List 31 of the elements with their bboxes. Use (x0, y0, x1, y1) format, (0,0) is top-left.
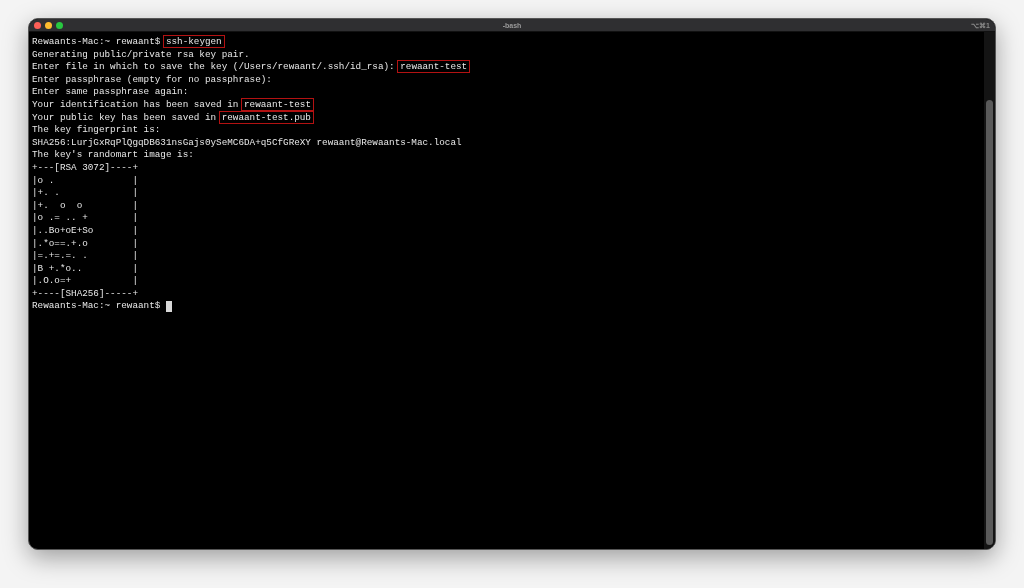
terminal-text: |+. o o | (32, 199, 138, 211)
terminal-text: Rewaants-Mac:~ rewaant$ (32, 36, 162, 47)
terminal-text: |o .= .. + | (32, 212, 138, 224)
terminal-text: The key's randomart image is: (32, 149, 194, 161)
terminal-text: +---[RSA 3072]----+ (32, 161, 138, 173)
prompt-text: Rewaants-Mac:~ rewaant$ (32, 300, 162, 314)
highlighted-text: rewaant-test.pub (218, 110, 314, 124)
terminal-text: Enter same passphrase again: (32, 86, 189, 98)
terminal-text: Your identification has been saved in (32, 98, 240, 110)
minimize-button[interactable] (45, 21, 52, 29)
terminal-text: The key fingerprint is: (32, 124, 161, 136)
highlighted-text: rewaant-test (397, 60, 471, 74)
terminal-text: |..Bo+oE+So | (32, 224, 138, 236)
terminal-text: SHA256:LurjGxRqPlQgqDB631nsGajs0ySeMC6DA+q5CfGReXY rewaant@Rewaants-Mac.local (32, 136, 462, 148)
terminal-text: Enter file in which to save the key (/Users/rewaant/.ssh/id_rsa): (32, 61, 396, 73)
terminal-text: |.*o==.+.o | (32, 237, 138, 249)
zoom-button[interactable] (56, 21, 63, 29)
terminal-text: Your public key has been saved in (32, 111, 218, 123)
scrollbar-thumb[interactable] (986, 100, 993, 545)
terminal-text: |.O.o=+ | (32, 275, 138, 287)
terminal-text: |B +.*o.. | (32, 262, 138, 274)
scrollbar[interactable] (984, 32, 995, 549)
terminal-text: |+. . | (32, 187, 138, 199)
terminal-text: Enter passphrase (empty for no passphrase): (32, 73, 272, 85)
terminal-text: |=.+=.=. . | (32, 250, 138, 262)
terminal-text: +----[SHA256]-----+ (32, 287, 138, 299)
highlighted-text: rewaant-test (241, 97, 314, 111)
terminal-text: |o . | (32, 174, 138, 186)
terminal-text: Generating public/private rsa key pair. (32, 48, 250, 60)
close-button[interactable] (34, 21, 41, 29)
highlighted-text: ssh-keygen (162, 35, 225, 48)
